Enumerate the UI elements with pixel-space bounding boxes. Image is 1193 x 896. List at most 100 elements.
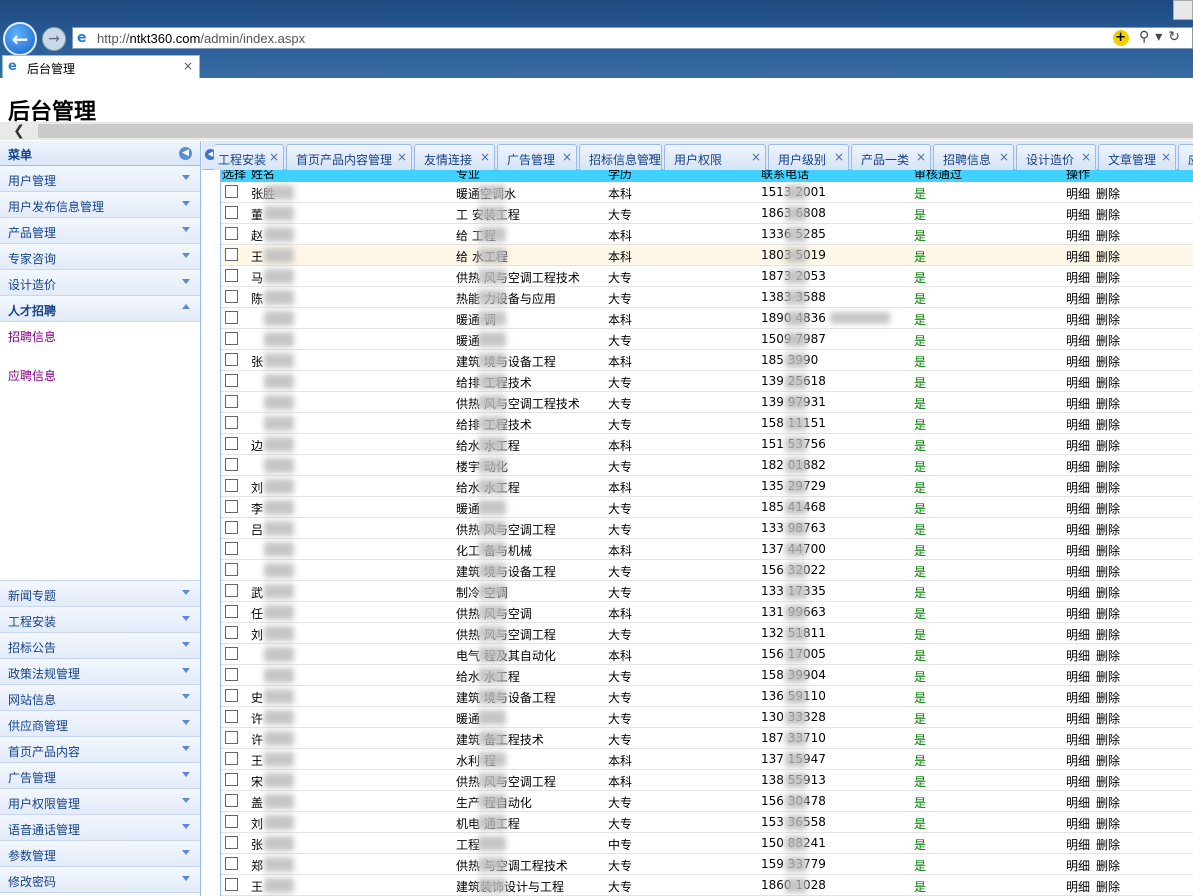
sidebar-item[interactable]: 专家咨询 <box>0 244 200 270</box>
detail-link[interactable]: 明细 <box>1066 374 1090 391</box>
row-checkbox[interactable] <box>225 500 238 513</box>
detail-link[interactable]: 明细 <box>1066 521 1090 538</box>
sidebar-item[interactable]: 产品管理 <box>0 218 200 244</box>
delete-link[interactable]: 删除 <box>1096 500 1120 517</box>
delete-link[interactable]: 删除 <box>1096 248 1120 265</box>
row-checkbox[interactable] <box>225 710 238 723</box>
delete-link[interactable]: 删除 <box>1096 479 1120 496</box>
sidebar-item[interactable]: 招标公告 <box>0 633 200 659</box>
row-checkbox[interactable] <box>225 836 238 849</box>
tab-item[interactable]: 应 <box>1178 144 1193 170</box>
sidebar-item[interactable]: 新闻专题 <box>0 581 200 607</box>
delete-link[interactable]: 删除 <box>1096 836 1120 853</box>
delete-link[interactable]: 删除 <box>1096 878 1120 895</box>
browser-tab[interactable]: e 后台管理 × <box>2 55 200 78</box>
row-checkbox[interactable] <box>225 353 238 366</box>
delete-link[interactable]: 删除 <box>1096 563 1120 580</box>
back-arrow-icon[interactable]: ← <box>3 22 37 56</box>
row-checkbox[interactable] <box>225 794 238 807</box>
detail-link[interactable]: 明细 <box>1066 794 1090 811</box>
scrollbar-thumb[interactable] <box>38 124 1193 138</box>
sidebar-item[interactable]: 网站信息 <box>0 685 200 711</box>
detail-link[interactable]: 明细 <box>1066 752 1090 769</box>
delete-link[interactable]: 删除 <box>1096 857 1120 874</box>
close-icon[interactable]: × <box>269 150 279 164</box>
detail-link[interactable]: 明细 <box>1066 773 1090 790</box>
detail-link[interactable]: 明细 <box>1066 479 1090 496</box>
row-checkbox[interactable] <box>225 332 238 345</box>
delete-link[interactable]: 删除 <box>1096 584 1120 601</box>
delete-link[interactable]: 删除 <box>1096 773 1120 790</box>
detail-link[interactable]: 明细 <box>1066 584 1090 601</box>
add-icon[interactable]: + <box>1112 30 1129 46</box>
delete-link[interactable]: 删除 <box>1096 416 1120 433</box>
forward-arrow-icon[interactable]: → <box>42 27 66 51</box>
row-checkbox[interactable] <box>225 563 238 576</box>
delete-link[interactable]: 删除 <box>1096 521 1120 538</box>
detail-link[interactable]: 明细 <box>1066 332 1090 349</box>
close-icon[interactable]: × <box>916 150 926 164</box>
tab-item[interactable]: 友情连接 × <box>414 144 495 170</box>
row-checkbox[interactable] <box>225 857 238 870</box>
delete-link[interactable]: 删除 <box>1096 815 1120 832</box>
delete-link[interactable]: 删除 <box>1096 332 1120 349</box>
detail-link[interactable]: 明细 <box>1066 395 1090 412</box>
delete-link[interactable]: 删除 <box>1096 437 1120 454</box>
detail-link[interactable]: 明细 <box>1066 227 1090 244</box>
tab-item[interactable]: 招标信息管理 × <box>579 144 662 170</box>
delete-link[interactable]: 删除 <box>1096 185 1120 202</box>
row-checkbox[interactable] <box>225 668 238 681</box>
sidebar-item[interactable]: 用户权限管理 <box>0 789 200 815</box>
detail-link[interactable]: 明细 <box>1066 647 1090 664</box>
horizontal-scrollbar[interactable]: ❮ <box>0 123 1193 140</box>
row-checkbox[interactable] <box>225 584 238 597</box>
row-checkbox[interactable] <box>225 374 238 387</box>
refresh-icon[interactable]: ↻ <box>1168 29 1186 45</box>
row-checkbox[interactable] <box>225 731 238 744</box>
delete-link[interactable]: 删除 <box>1096 710 1120 727</box>
chevron-left-icon[interactable]: ❮ <box>0 123 38 140</box>
close-icon[interactable]: × <box>1161 150 1171 164</box>
delete-link[interactable]: 删除 <box>1096 374 1120 391</box>
close-icon[interactable]: × <box>562 150 572 164</box>
row-checkbox[interactable] <box>225 752 238 765</box>
row-checkbox[interactable] <box>225 689 238 702</box>
row-checkbox[interactable] <box>225 878 238 891</box>
detail-link[interactable]: 明细 <box>1066 269 1090 286</box>
delete-link[interactable]: 删除 <box>1096 731 1120 748</box>
sidebar-item-talent[interactable]: 人才招聘 <box>0 296 200 322</box>
delete-link[interactable]: 删除 <box>1096 542 1120 559</box>
detail-link[interactable]: 明细 <box>1066 353 1090 370</box>
dropdown-icon[interactable]: ▾ <box>1155 29 1168 45</box>
detail-link[interactable]: 明细 <box>1066 311 1090 328</box>
row-checkbox[interactable] <box>225 521 238 534</box>
delete-link[interactable]: 删除 <box>1096 689 1120 706</box>
row-checkbox[interactable] <box>225 206 238 219</box>
sidebar-item[interactable]: 用户管理 <box>0 166 200 192</box>
row-checkbox[interactable] <box>225 311 238 324</box>
row-checkbox[interactable] <box>225 248 238 261</box>
detail-link[interactable]: 明细 <box>1066 605 1090 622</box>
sub-item-applicant-info[interactable]: 应聘信息 <box>8 367 56 384</box>
address-bar[interactable]: e http://ntkt360.com/admin/index.aspx + … <box>72 27 1193 49</box>
row-checkbox[interactable] <box>225 458 238 471</box>
detail-link[interactable]: 明细 <box>1066 563 1090 580</box>
row-checkbox[interactable] <box>225 605 238 618</box>
close-icon[interactable]: × <box>751 150 761 164</box>
delete-link[interactable]: 删除 <box>1096 752 1120 769</box>
close-icon[interactable]: × <box>999 150 1009 164</box>
detail-link[interactable]: 明细 <box>1066 416 1090 433</box>
sidebar-item[interactable]: 修改密码 <box>0 867 200 893</box>
row-checkbox[interactable] <box>225 185 238 198</box>
detail-link[interactable]: 明细 <box>1066 500 1090 517</box>
delete-link[interactable]: 删除 <box>1096 290 1120 307</box>
tab-item[interactable]: 工程安装 × <box>214 144 284 170</box>
row-checkbox[interactable] <box>225 416 238 429</box>
close-icon[interactable]: × <box>1081 150 1091 164</box>
detail-link[interactable]: 明细 <box>1066 815 1090 832</box>
row-checkbox[interactable] <box>225 290 238 303</box>
row-checkbox[interactable] <box>225 395 238 408</box>
delete-link[interactable]: 删除 <box>1096 794 1120 811</box>
tab-item[interactable]: 文章管理 × <box>1098 144 1176 170</box>
row-checkbox[interactable] <box>225 227 238 240</box>
